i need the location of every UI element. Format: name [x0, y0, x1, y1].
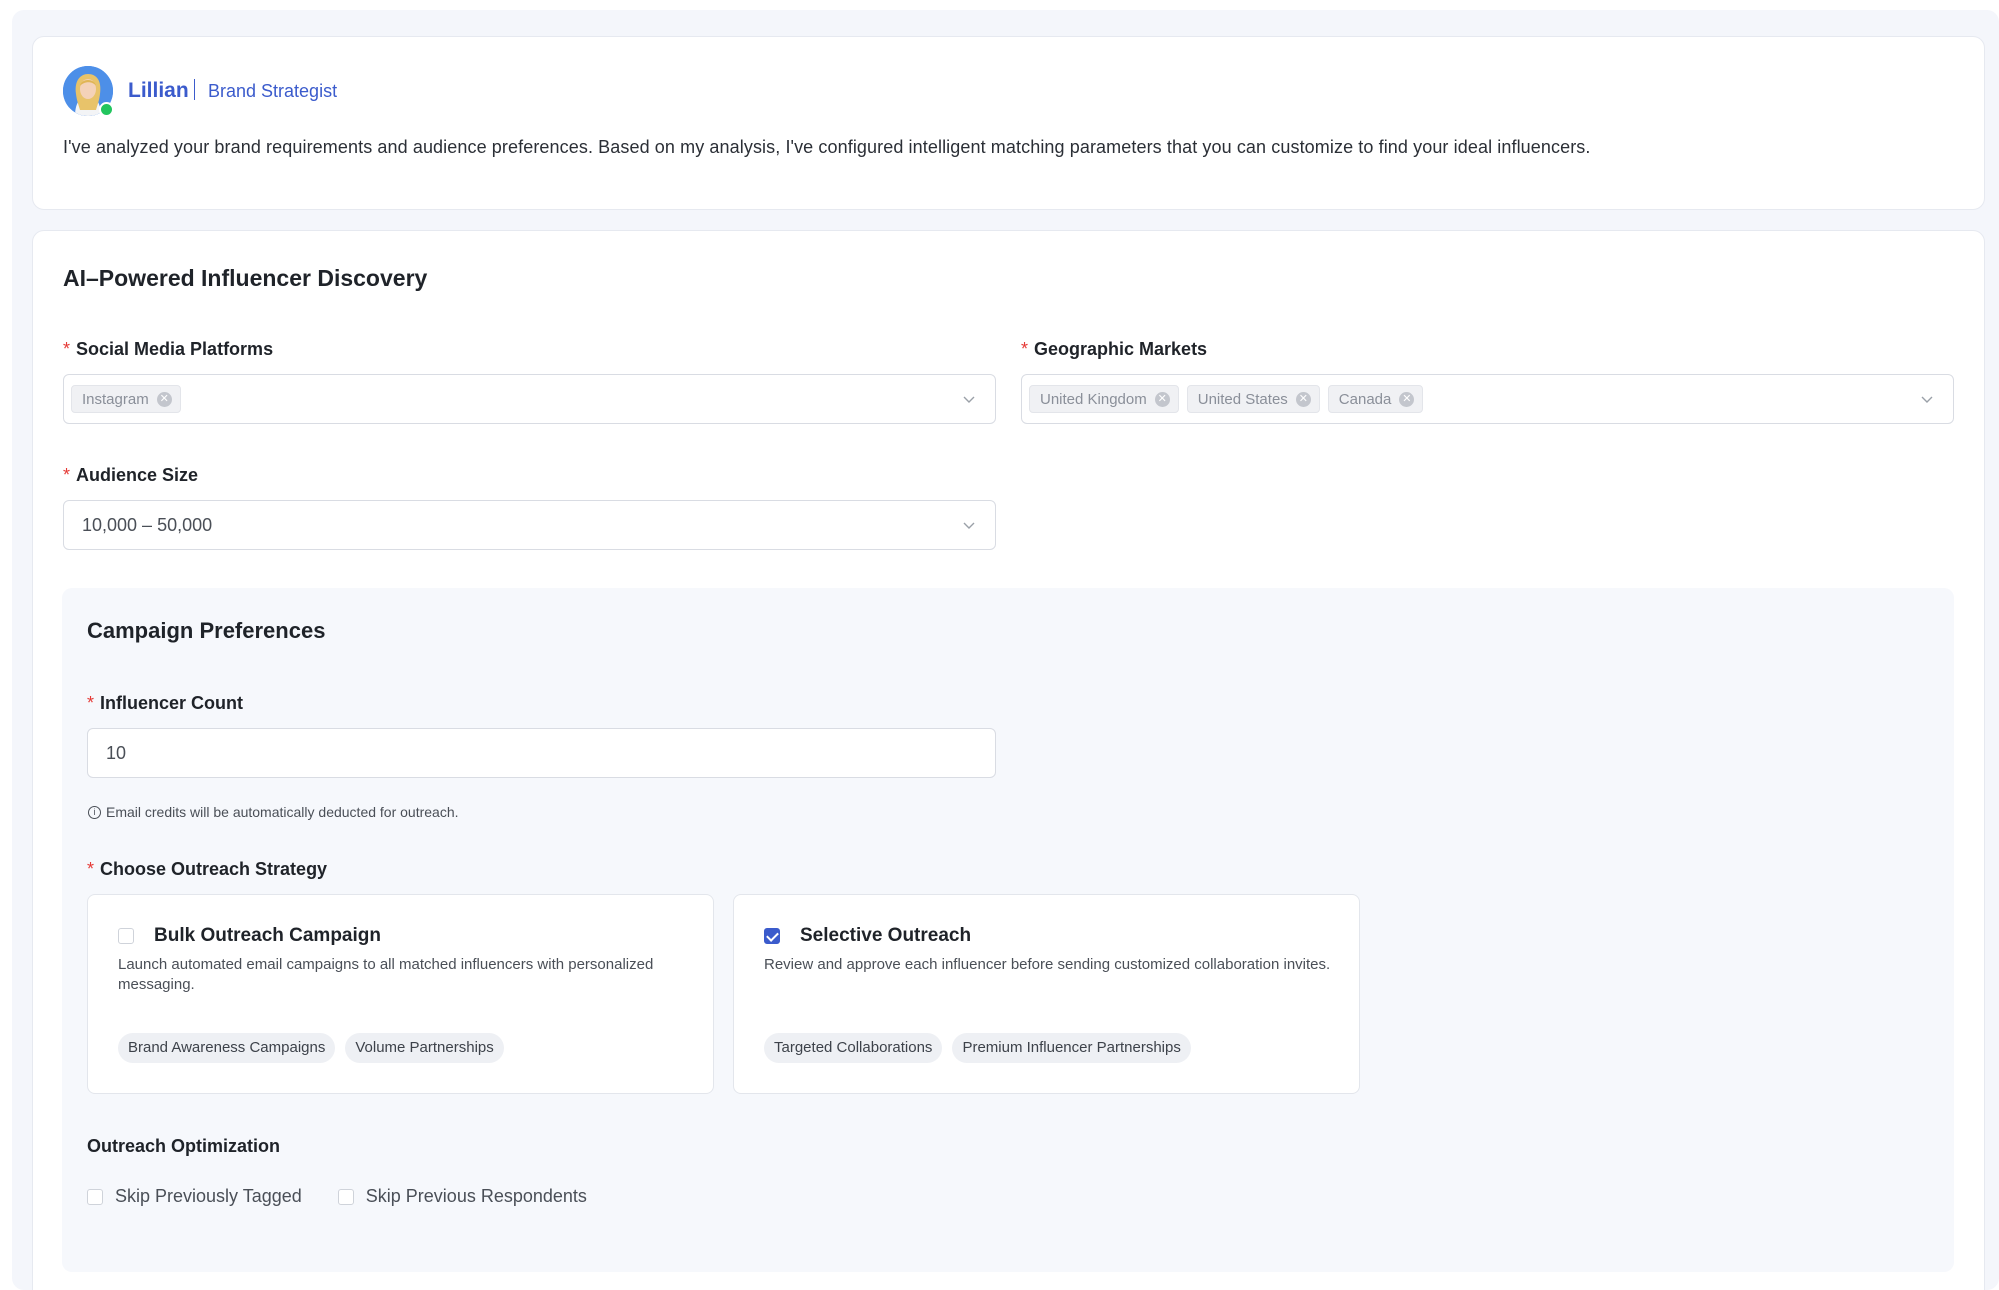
strategy-description: Launch automated email campaigns to all … — [118, 956, 654, 993]
bulk-outreach-checkbox[interactable] — [118, 928, 134, 944]
strategy-card-bulk[interactable]: Bulk Outreach Campaign Launch automated … — [87, 894, 714, 1094]
section-title: AI–Powered Influencer Discovery — [63, 265, 428, 291]
strategy-title: Bulk Outreach Campaign — [154, 925, 381, 946]
strategy-tag: Targeted Collaborations — [764, 1033, 943, 1063]
remove-tag-icon[interactable]: ✕ — [1154, 391, 1170, 407]
markets-label: * Geographic Markets — [1021, 339, 1208, 359]
strategy-description: Review and approve each influencer befor… — [764, 956, 1331, 973]
remove-tag-icon[interactable]: ✕ — [156, 391, 172, 407]
agent-message-card: Lillian Brand Strategist I've analyzed y… — [32, 36, 1985, 210]
markets-select[interactable]: United Kingdom ✕ United States ✕ Canada … — [1021, 374, 1954, 424]
platforms-tags: Instagram ✕ — [71, 385, 189, 413]
tag-united-states: United States ✕ — [1186, 385, 1320, 413]
chevron-down-icon — [1921, 396, 1933, 403]
option-label: Skip Previous Respondents — [365, 1186, 587, 1206]
audience-label: * Audience Size — [63, 465, 199, 485]
strategy-tags: Targeted Collaborations Premium Influenc… — [764, 1033, 1201, 1063]
online-status-dot — [99, 102, 114, 117]
tag-canada: Canada ✕ — [1327, 385, 1424, 413]
selective-outreach-checkbox[interactable] — [764, 928, 780, 944]
tag-instagram: Instagram ✕ — [71, 385, 181, 413]
agent-name: Lillian — [128, 79, 189, 102]
skip-previous-respondents-option[interactable]: Skip Previous Respondents — [337, 1186, 587, 1207]
strategy-title: Selective Outreach — [800, 925, 972, 946]
agent-message: I've analyzed your brand requirements an… — [63, 137, 1591, 157]
strategy-tags: Brand Awareness Campaigns Volume Partner… — [118, 1033, 514, 1063]
campaign-title: Campaign Preferences — [87, 618, 326, 643]
required-marker: * — [87, 859, 95, 879]
optimization-options: Skip Previously Tagged Skip Previous Res… — [87, 1186, 623, 1207]
platforms-select[interactable]: Instagram ✕ — [63, 374, 996, 424]
required-marker: * — [63, 339, 71, 359]
strategy-tag: Premium Influencer Partnerships — [952, 1033, 1191, 1063]
platforms-label: * Social Media Platforms — [63, 339, 274, 359]
skip-respondents-checkbox[interactable] — [337, 1188, 354, 1205]
credits-hint: i Email credits will be automatically de… — [88, 804, 459, 820]
strategy-tag: Volume Partnerships — [345, 1033, 504, 1063]
required-marker: * — [87, 693, 95, 713]
audience-select[interactable]: 10,000 – 50,000 — [63, 500, 996, 550]
strategy-tag: Brand Awareness Campaigns — [118, 1033, 336, 1063]
remove-tag-icon[interactable]: ✕ — [1295, 391, 1311, 407]
audience-value: 10,000 – 50,000 — [82, 515, 213, 535]
divider — [194, 79, 195, 100]
skip-tagged-checkbox[interactable] — [87, 1188, 103, 1205]
markets-tags: United Kingdom ✕ United States ✕ Canada … — [1029, 385, 1431, 413]
info-icon: i — [88, 805, 101, 819]
agent-role: Brand Strategist — [208, 81, 338, 101]
option-label: Skip Previously Tagged — [115, 1186, 302, 1206]
chevron-down-icon — [963, 522, 975, 529]
strategy-card-selective[interactable]: Selective Outreach Review and approve ea… — [733, 894, 1360, 1094]
required-marker: * — [63, 465, 71, 485]
influencer-count-label: * Influencer Count — [87, 693, 244, 713]
chevron-down-icon — [963, 396, 975, 403]
influencer-count-input[interactable]: 10 — [87, 728, 996, 778]
strategy-label: * Choose Outreach Strategy — [87, 859, 328, 879]
required-marker: * — [1021, 339, 1029, 359]
skip-previously-tagged-option[interactable]: Skip Previously Tagged — [87, 1186, 302, 1207]
tag-united-kingdom: United Kingdom ✕ — [1029, 385, 1179, 413]
remove-tag-icon[interactable]: ✕ — [1399, 391, 1415, 407]
optimization-label: Outreach Optimization — [87, 1136, 281, 1156]
